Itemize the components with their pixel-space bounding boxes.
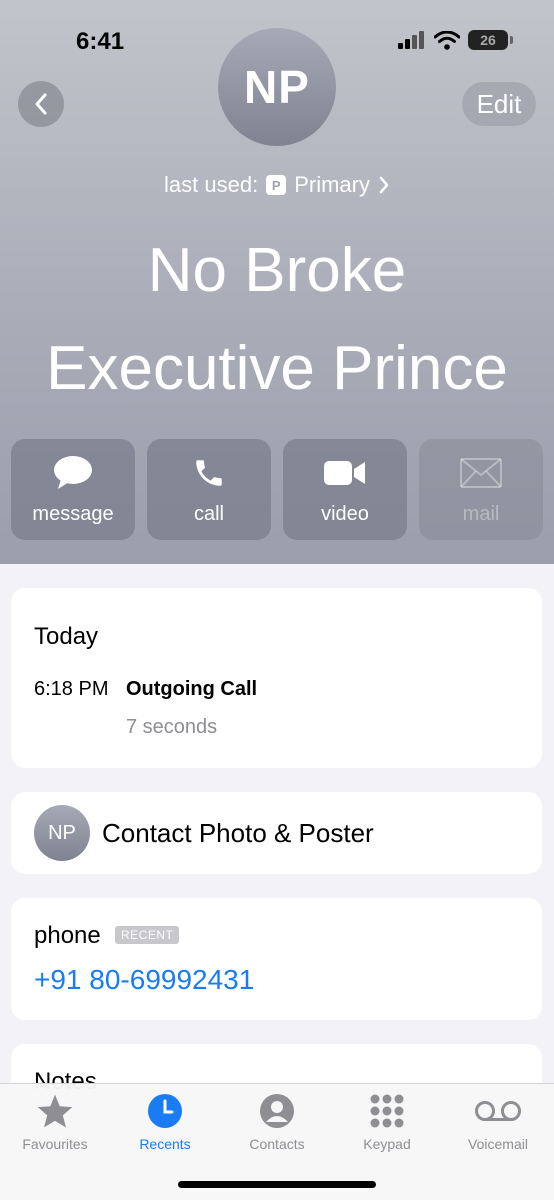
mail-button[interactable]: mail <box>419 439 543 540</box>
home-indicator[interactable] <box>178 1181 376 1188</box>
message-label: message <box>32 503 114 525</box>
voicemail-icon <box>475 1101 521 1121</box>
quick-actions: message call video mail <box>11 439 543 540</box>
contact-name: No Broke Executive Prince <box>0 222 554 418</box>
tab-recents[interactable]: Recents <box>110 1092 220 1152</box>
wifi-icon <box>434 30 460 50</box>
last-used-line-selector[interactable]: last used: P Primary <box>0 172 554 198</box>
mail-icon <box>460 458 502 488</box>
message-icon <box>54 456 92 489</box>
tab-contacts-label: Contacts <box>249 1136 305 1152</box>
status-time: 6:41 <box>76 28 125 55</box>
contact-name-line-1: No Broke <box>147 236 407 305</box>
phone-number-link[interactable]: +91 80-69992431 <box>34 964 254 996</box>
video-label: video <box>321 503 369 525</box>
status-icons: 26 <box>398 30 513 50</box>
person-icon <box>260 1094 294 1128</box>
tab-voicemail-label: Voicemail <box>468 1136 528 1152</box>
cellular-signal-icon <box>398 31 424 49</box>
contact-poster-row[interactable]: NP Contact Photo & Poster <box>11 792 542 874</box>
recent-badge: RECENT <box>115 926 180 944</box>
phone-card: phone RECENT +91 80-69992431 <box>11 898 542 1020</box>
call-time: 6:18 PM <box>34 678 109 700</box>
poster-avatar: NP <box>34 805 90 861</box>
keypad-icon <box>370 1094 404 1128</box>
line-badge-icon: P <box>266 175 287 195</box>
tab-contacts[interactable]: Contacts <box>222 1092 332 1152</box>
chevron-right-icon <box>379 176 389 194</box>
call-button[interactable]: call <box>147 439 271 540</box>
mail-label: mail <box>462 503 500 525</box>
tab-favourites-label: Favourites <box>22 1136 88 1152</box>
edit-button[interactable]: Edit <box>462 82 536 126</box>
phone-label: phone <box>34 922 101 949</box>
video-button[interactable]: video <box>283 439 407 540</box>
poster-label: Contact Photo & Poster <box>102 817 374 848</box>
contact-avatar[interactable]: NP <box>218 28 336 146</box>
battery-icon: 26 <box>468 30 513 50</box>
back-button[interactable] <box>18 81 64 127</box>
tab-keypad-label: Keypad <box>363 1136 411 1152</box>
recent-calls-card: Today 6:18 PM Outgoing Call 7 seconds <box>11 588 542 768</box>
recents-day-title: Today <box>34 623 99 650</box>
last-used-label: last used: <box>164 172 259 197</box>
tab-favourites[interactable]: Favourites <box>0 1092 110 1152</box>
line-name: Primary <box>294 172 370 197</box>
call-type: Outgoing Call <box>126 678 258 700</box>
tab-keypad[interactable]: Keypad <box>332 1092 442 1152</box>
contact-header: 6:41 26 NP Edit last used: P Primary No … <box>0 0 554 564</box>
star-icon <box>37 1094 73 1128</box>
tab-voicemail[interactable]: Voicemail <box>443 1092 553 1152</box>
message-button[interactable]: message <box>11 439 135 540</box>
chevron-left-icon <box>35 93 47 115</box>
call-label: call <box>193 503 224 525</box>
call-duration: 7 seconds <box>126 716 218 738</box>
clock-icon <box>148 1094 182 1128</box>
contact-name-line-2: Executive Prince <box>46 334 508 403</box>
phone-icon <box>196 460 222 486</box>
video-icon <box>324 461 365 485</box>
tab-recents-label: Recents <box>139 1136 191 1152</box>
